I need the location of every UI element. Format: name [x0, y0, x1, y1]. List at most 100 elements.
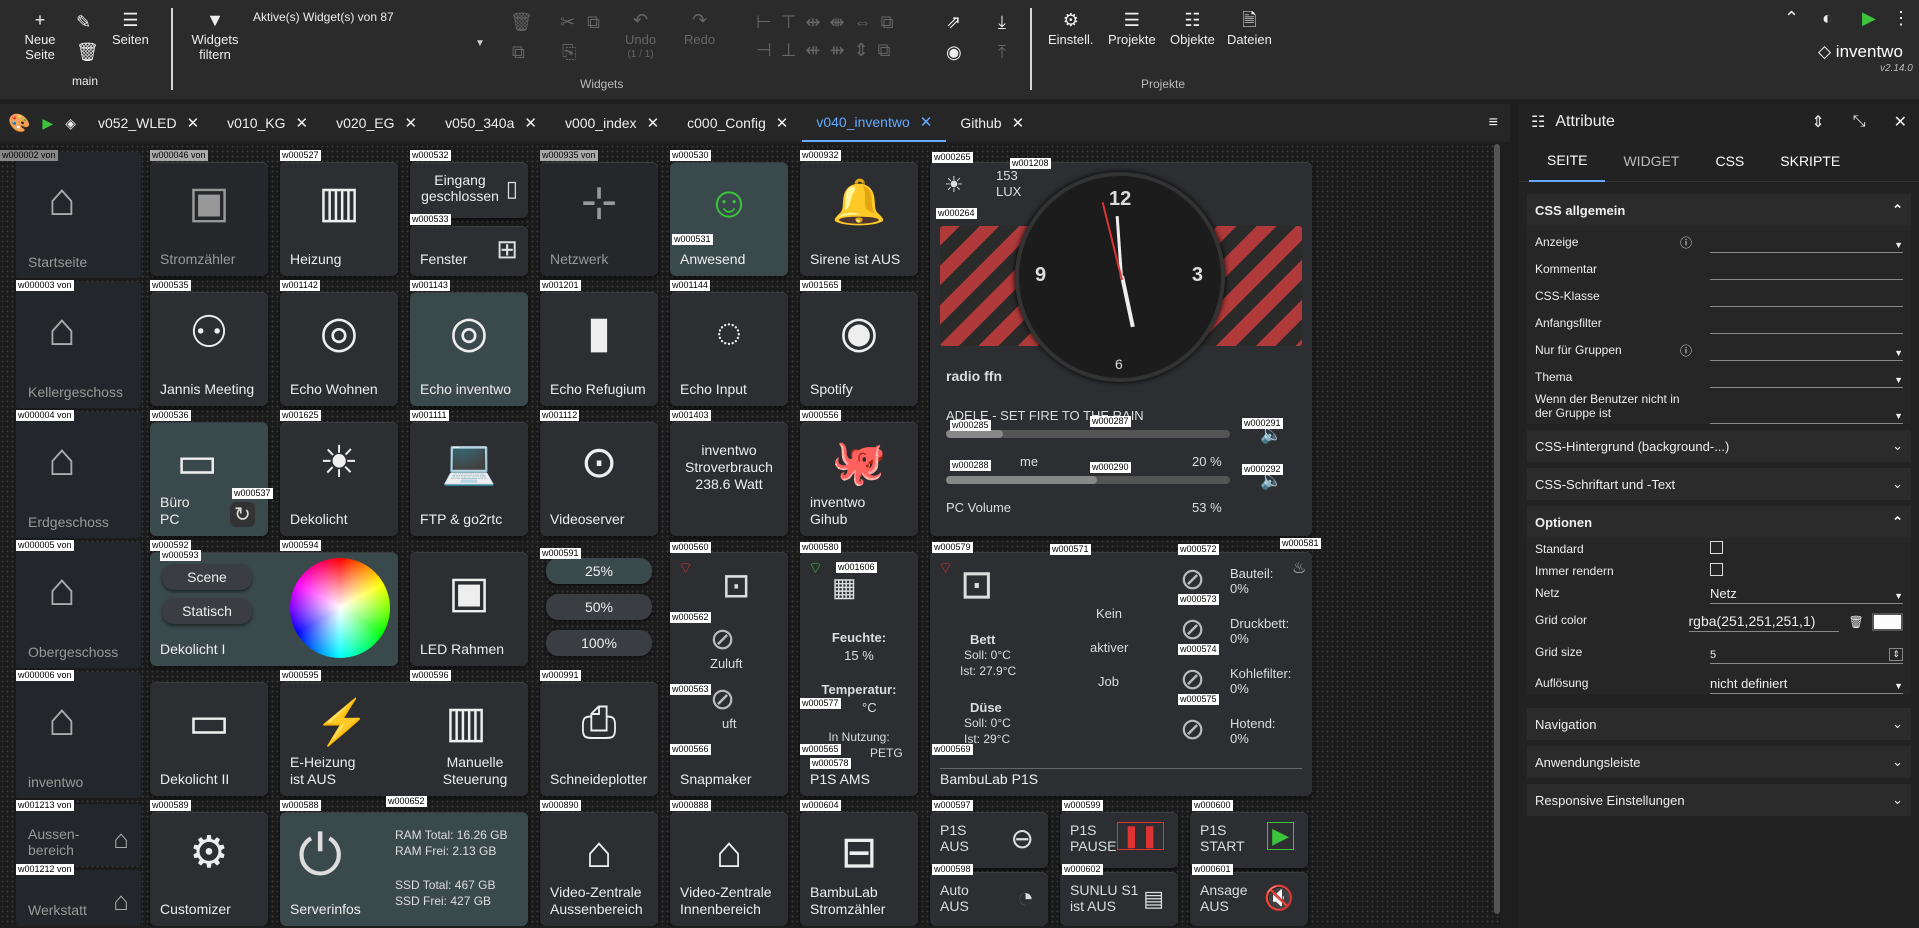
tab-v050[interactable]: v050_340a ✕: [431, 104, 551, 142]
widget-heizung[interactable]: ▥ Heizung: [280, 162, 398, 276]
widget-bambulab-p1s[interactable]: ⌔ ⊡ Bett Soll: 0°C Ist: 27.9°C Düse Soll…: [930, 552, 1312, 796]
tab-v020[interactable]: v020_EG ✕: [322, 104, 431, 142]
widget-sunlu[interactable]: SUNLU S1 ist AUS ▤: [1060, 872, 1178, 926]
section-css-allgemein[interactable]: CSS allgemein ⌃: [1527, 194, 1911, 226]
run-icon[interactable]: ▶: [1862, 8, 1876, 30]
export-icon[interactable]: ⤒: [998, 42, 1006, 64]
eye-icon[interactable]: ◉: [946, 42, 962, 64]
immer-rendern-checkbox[interactable]: [1710, 563, 1723, 576]
widget-echo-inventwo[interactable]: ◎ Echo inventwo: [410, 292, 528, 406]
section-css-schrift[interactable]: CSS-Schriftart und -Text ⌄: [1527, 468, 1911, 500]
trash-icon[interactable]: 🗑: [1849, 615, 1864, 629]
projects-button[interactable]: ☰ Projekte: [1108, 10, 1156, 47]
editor-canvas[interactable]: ⌂ Startseite ⌂ Kellergeschoss ⌂ Erdgeschoss…: [0, 144, 1500, 926]
tab-v040[interactable]: v040_inventwo ✕: [802, 104, 947, 142]
widget-led-rahmen[interactable]: ▣ LED Rahmen: [410, 552, 528, 666]
tab-github[interactable]: Github ✕: [946, 104, 1038, 142]
expand-icon[interactable]: ⇕: [1811, 112, 1824, 132]
files-button[interactable]: 🗎 Dateien: [1227, 10, 1272, 47]
sidebar-item-startseite[interactable]: ⌂ Startseite: [16, 152, 141, 278]
new-page-button[interactable]: + Neue Seite: [20, 10, 60, 62]
widget-p1s-start[interactable]: P1S START ▶: [1190, 812, 1308, 868]
scene-button[interactable]: Scene: [162, 564, 252, 590]
widget-videoserver[interactable]: ⊙ Videoserver: [540, 422, 658, 536]
run-page-icon[interactable]: ▶: [36, 115, 59, 132]
filter-widgets-button[interactable]: ▼ Widgets filtern: [190, 10, 240, 62]
widget-jannis[interactable]: ⚇ Jannis Meeting: [150, 292, 268, 406]
preset-25-button[interactable]: 25%: [546, 558, 652, 584]
widget-vz-aussen[interactable]: ⌂ Video-Zentrale Aussenbereich: [540, 812, 658, 926]
section-anwendungsleiste[interactable]: Anwendungsleiste ⌄: [1527, 746, 1911, 778]
sidebar-item-og[interactable]: ⌂ Obergeschoss: [16, 542, 141, 668]
pages-button[interactable]: ☰ Seiten: [112, 10, 149, 47]
redo-button[interactable]: ↷ Redo: [684, 10, 715, 47]
preset-100-button[interactable]: 100%: [546, 630, 652, 656]
widget-anwesend[interactable]: ☺ Anwesend: [670, 162, 788, 276]
widget-p1s-aus[interactable]: P1S AUS ⊖: [930, 812, 1048, 868]
delete-widget-icon[interactable]: 🗑: [510, 12, 533, 34]
widget-schneideplotter[interactable]: ⎙ Schneideplotter: [540, 682, 658, 796]
widget-vz-innen[interactable]: ⌂ Video-Zentrale Innenbereich: [670, 812, 788, 926]
widget-buero-pc[interactable]: ▭ Büro PC ↻: [150, 422, 268, 536]
widget-ansage[interactable]: Ansage AUS 🔇: [1190, 872, 1308, 926]
section-responsive[interactable]: Responsive Einstellungen ⌄: [1527, 784, 1911, 816]
widget-p1s-pause[interactable]: P1S PAUSE ❚❚: [1060, 812, 1178, 868]
widget-fenster[interactable]: Fenster ⊞: [410, 226, 528, 276]
standard-checkbox[interactable]: [1710, 541, 1723, 554]
settings-button[interactable]: ⚙ Einstell.: [1048, 10, 1094, 47]
chevron-up-icon[interactable]: ⌃: [1784, 8, 1799, 30]
widget-snapmaker[interactable]: ⌔ ⊡ ⊘ Zuluft ⊘ uft Snapmaker: [670, 552, 788, 796]
widget-auto-aus[interactable]: Auto AUS ◔: [930, 872, 1048, 926]
widget-echo-input[interactable]: ◌ Echo Input: [670, 292, 788, 406]
layers-icon[interactable]: ◈: [59, 115, 84, 132]
tab-seite[interactable]: SEITE: [1529, 140, 1606, 182]
tab-v010[interactable]: v010_KG ✕: [213, 104, 322, 142]
widget-clock-media[interactable]: ☀ 153 LUX 12 9 3 6 radio ffn ADELE - SET…: [930, 162, 1312, 536]
widget-spotify[interactable]: ◉ Spotify: [800, 292, 918, 406]
widget-eingang[interactable]: Eingang geschlossen ▯: [410, 162, 528, 218]
widget-dekolicht[interactable]: ☀ Dekolicht: [280, 422, 398, 536]
widget-customizer[interactable]: ⚙ Customizer: [150, 812, 268, 926]
tab-v000[interactable]: v000_index ✕: [551, 104, 673, 142]
sidebar-item-inventwo[interactable]: ⌂ inventwo: [16, 672, 141, 798]
open-external-icon[interactable]: ⇗: [946, 12, 961, 34]
sidebar-item-eg[interactable]: ⌂ Erdgeschoss: [16, 412, 141, 538]
undo-button[interactable]: ↶ Undo (1 / 1): [625, 10, 656, 62]
import-icon[interactable]: ⤓: [998, 12, 1006, 34]
preset-50-button[interactable]: 50%: [546, 594, 652, 620]
sidebar-item-werkstatt[interactable]: Werkstatt ⌂: [16, 870, 141, 926]
menu-icon[interactable]: ≡: [1489, 114, 1498, 132]
volume-slider[interactable]: [946, 430, 1230, 438]
widget-sirene[interactable]: 🔔 Sirene ist AUS: [800, 162, 918, 276]
tab-v052[interactable]: v052_WLED ✕: [84, 104, 213, 142]
widget-e-heizung[interactable]: ⚡ E-Heizung ist AUS ▥ Manuelle Steuerung: [280, 682, 528, 796]
widget-echo-wohnen[interactable]: ◎ Echo Wohnen: [280, 292, 398, 406]
collapse-icon[interactable]: ⤡: [1853, 113, 1866, 131]
theme-toggle-icon[interactable]: ◐: [1822, 8, 1833, 30]
sidebar-item-keller[interactable]: ⌂ Kellergeschoss: [16, 282, 141, 408]
widget-dekolicht-2[interactable]: ▭ Dekolicht II: [150, 682, 268, 796]
more-icon[interactable]: ⋮: [1892, 8, 1910, 30]
objects-button[interactable]: ☷ Objekte: [1170, 10, 1215, 47]
tab-skripte[interactable]: SKRIPTE: [1762, 140, 1858, 182]
widget-ftp[interactable]: 💻 FTP & go2rtc: [410, 422, 528, 536]
tab-widget[interactable]: WIDGET: [1605, 140, 1697, 182]
widget-github[interactable]: 🐙 inventwo Gihub: [800, 422, 918, 536]
widget-dekolicht-1[interactable]: Scene Statisch Dekolicht I: [150, 552, 398, 666]
copy-widget-icon[interactable]: ⧉: [512, 42, 525, 64]
palette-icon[interactable]: 🎨: [0, 113, 36, 134]
delete-page-button[interactable]: 🗑: [76, 42, 99, 64]
widget-select-dropdown[interactable]: ▼: [475, 38, 485, 49]
section-navigation[interactable]: Navigation ⌄: [1527, 708, 1911, 740]
section-optionen[interactable]: Optionen ⌃: [1527, 506, 1911, 538]
refresh-icon[interactable]: ↻: [230, 502, 255, 527]
section-css-hintergrund[interactable]: CSS-Hintergrund (background-...) ⌄: [1527, 430, 1911, 462]
color-swatch[interactable]: [1871, 613, 1903, 631]
edit-page-button[interactable]: ✎: [76, 12, 91, 34]
vertical-scrollbar[interactable]: [1494, 144, 1500, 914]
pc-volume-slider[interactable]: [946, 476, 1230, 484]
widget-stromzaehler[interactable]: ▣ Stromzähler: [150, 162, 268, 276]
sidebar-item-aussen[interactable]: Aussen- bereich ⌂: [16, 804, 141, 866]
cut-copy-icons[interactable]: ✂ ⧉: [560, 12, 600, 34]
tab-css[interactable]: CSS: [1697, 140, 1762, 182]
